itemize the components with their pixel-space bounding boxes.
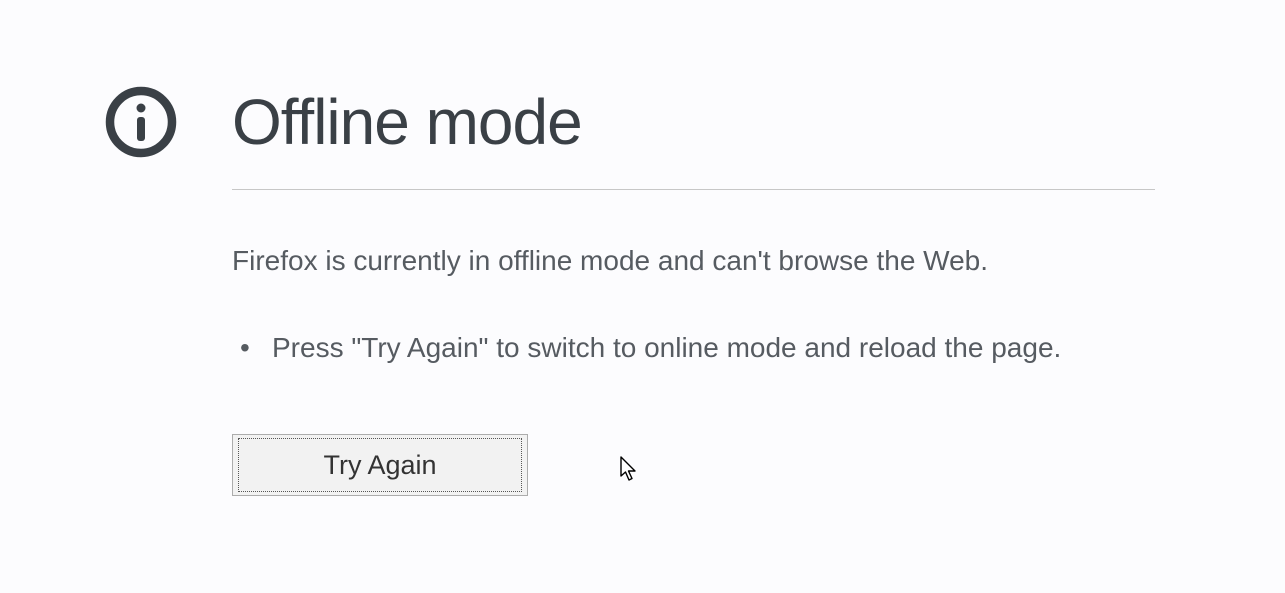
error-body: Firefox is currently in offline mode and… (232, 189, 1155, 496)
error-instructions: Press "Try Again" to switch to online mo… (232, 332, 1155, 364)
try-again-button[interactable]: Try Again (232, 434, 528, 496)
instruction-item: Press "Try Again" to switch to online mo… (232, 332, 1155, 364)
error-header: Offline mode (105, 85, 1155, 159)
error-message: Firefox is currently in offline mode and… (232, 245, 1155, 277)
error-page-container: Offline mode Firefox is currently in off… (105, 85, 1155, 496)
info-icon (105, 86, 177, 158)
divider (232, 189, 1155, 190)
error-title: Offline mode (232, 85, 582, 159)
